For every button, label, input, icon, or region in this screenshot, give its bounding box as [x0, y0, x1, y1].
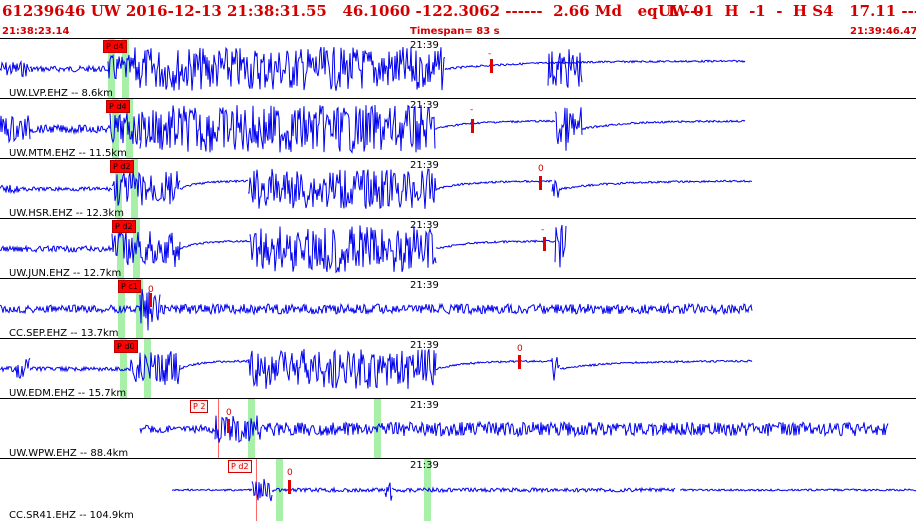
event-header: 61239646 UW 2016-12-13 21:38:31.55 46.10… [0, 0, 916, 37]
waveform-segment [391, 486, 676, 494]
waveform-segment [551, 179, 561, 198]
trace-panel-hsr[interactable]: P d2 21:39 0 UW.HSR.EHZ -- 12.3km [0, 158, 916, 219]
waveform-segment [111, 171, 181, 206]
minute-label: 21:39 [410, 100, 439, 111]
waveform-segment [19, 185, 113, 193]
waveform-segment [111, 231, 181, 268]
amplitude-marker-label: 0 [517, 344, 523, 354]
p-pick-label[interactable]: P c1 [118, 280, 141, 293]
timespan-label: Timespan= 83 s [410, 26, 500, 37]
waveform-trace [0, 168, 753, 209]
amplitude-marker-label: 0 [287, 468, 293, 478]
waveform-segment [214, 415, 263, 444]
waveform-segment [15, 357, 31, 380]
waveform-trace [0, 46, 746, 91]
waveform-segment [0, 59, 31, 78]
p-pick-label[interactable]: P d4 [103, 40, 127, 53]
waveform-segment [554, 224, 567, 268]
waveform-segment [29, 123, 111, 135]
waveform-trace [171, 478, 916, 502]
waveform-segment [29, 64, 109, 74]
p-pick-label[interactable]: P 2 [190, 400, 209, 413]
minute-label: 21:39 [410, 340, 439, 351]
trace-panel-jun[interactable]: P d2 21:39 - UW.JUN.EHZ -- 12.7km [0, 218, 916, 279]
waveform-segment [139, 423, 216, 435]
waveform-segment [0, 184, 21, 195]
waveform-segment [139, 104, 436, 154]
waveform-segment [559, 359, 753, 370]
waveform-segment [179, 179, 249, 190]
waveform-trace [139, 415, 889, 444]
waveform-segment [0, 365, 17, 373]
amplitude-marker[interactable] [518, 355, 521, 369]
amplitude-marker[interactable] [539, 176, 542, 190]
waveform-segment [554, 107, 583, 151]
amplitude-marker[interactable] [288, 480, 291, 494]
waveform-segment [384, 482, 393, 501]
trace-panel-wpw[interactable]: P 2 21:39 0 UW.WPW.EHZ -- 88.4km [0, 398, 916, 459]
minute-label: 21:39 [410, 40, 439, 51]
waveform-segment [435, 179, 553, 190]
amplitude-marker-label: - [470, 105, 474, 115]
waveform-segment [171, 488, 253, 492]
waveform-segment [0, 244, 113, 254]
minute-label: 21:39 [410, 460, 439, 471]
amplitude-marker[interactable] [543, 237, 546, 251]
trace-panel-sr41[interactable]: P d2 21:39 0 CC.SR41.EHZ -- 104.9km [0, 458, 916, 521]
waveform-segment [179, 239, 251, 250]
p-pick-label[interactable]: P d2 [228, 460, 252, 473]
waveform-segment [129, 351, 181, 385]
waveform-segment [249, 225, 437, 274]
minute-label: 21:39 [410, 400, 439, 411]
trace-panel-sep[interactable]: P c1 21:39 0 CC.SEP.EHZ -- 13.7km [0, 278, 916, 339]
waveform-segment [159, 302, 753, 316]
waveform-segment [261, 420, 889, 438]
p-pick-label[interactable]: P d4 [106, 100, 130, 113]
amplitude-marker[interactable] [490, 59, 493, 73]
station-summary: UW 01 H -1 - H S4 17.11 ----- [658, 2, 916, 20]
waveform-trace [0, 224, 567, 274]
minute-label: 21:39 [410, 160, 439, 171]
minute-label: 21:39 [410, 220, 439, 231]
waveform-segment [547, 49, 583, 88]
end-time: 21:39:46.47 [850, 26, 916, 37]
waveform-segment [434, 119, 555, 130]
amplitude-marker-label: - [488, 49, 492, 59]
amplitude-marker[interactable] [471, 119, 474, 133]
p-pick-label[interactable]: P d0 [114, 340, 138, 353]
minute-label: 21:39 [410, 280, 439, 291]
p-pick-label[interactable]: P d2 [110, 160, 134, 173]
waveform-segment [559, 179, 753, 191]
waveform-segment [435, 239, 556, 249]
trace-panel-lvp[interactable]: P d4 21:39 - UW.LVP.EHZ -- 8.6km [0, 38, 916, 99]
waveform-trace [0, 104, 746, 154]
station-label: CC.SR41.EHZ -- 104.9km [9, 510, 134, 521]
amplitude-marker-label: - [541, 225, 545, 235]
waveform-segment [680, 488, 916, 492]
waveform-segment [107, 53, 135, 80]
waveform-segment [179, 359, 248, 370]
waveform-segment [0, 304, 141, 315]
waveform-segment [247, 348, 437, 389]
trace-panel-mtm[interactable]: P d4 21:39 - UW.MTM.EHZ -- 11.5km [0, 98, 916, 159]
waveform-segment [551, 356, 561, 381]
waveform-segment [133, 46, 446, 91]
waveform-segment [109, 113, 141, 145]
amplitude-marker-label: 0 [226, 408, 232, 418]
waveform-segment [29, 365, 131, 373]
amplitude-marker-label: 0 [538, 164, 544, 174]
p-pick-label[interactable]: P d2 [112, 220, 136, 233]
waveform-segment [251, 478, 273, 502]
waveform-segment [0, 115, 31, 144]
waveform-segment [248, 168, 437, 209]
event-summary: 61239646 UW 2016-12-13 21:38:31.55 46.10… [2, 2, 703, 20]
amplitude-marker[interactable] [227, 419, 230, 433]
waveform-segment [581, 119, 746, 131]
trace-panel-edm[interactable]: P d0 21:39 0 UW.EDM.EHZ -- 15.7km [0, 338, 916, 399]
start-time: 21:38:23.14 [2, 26, 70, 37]
amplitude-marker[interactable] [149, 293, 152, 307]
waveform-segment [435, 359, 553, 371]
seismogram-panels: P d4 21:39 - UW.LVP.EHZ -- 8.6km P d4 21… [0, 38, 916, 521]
